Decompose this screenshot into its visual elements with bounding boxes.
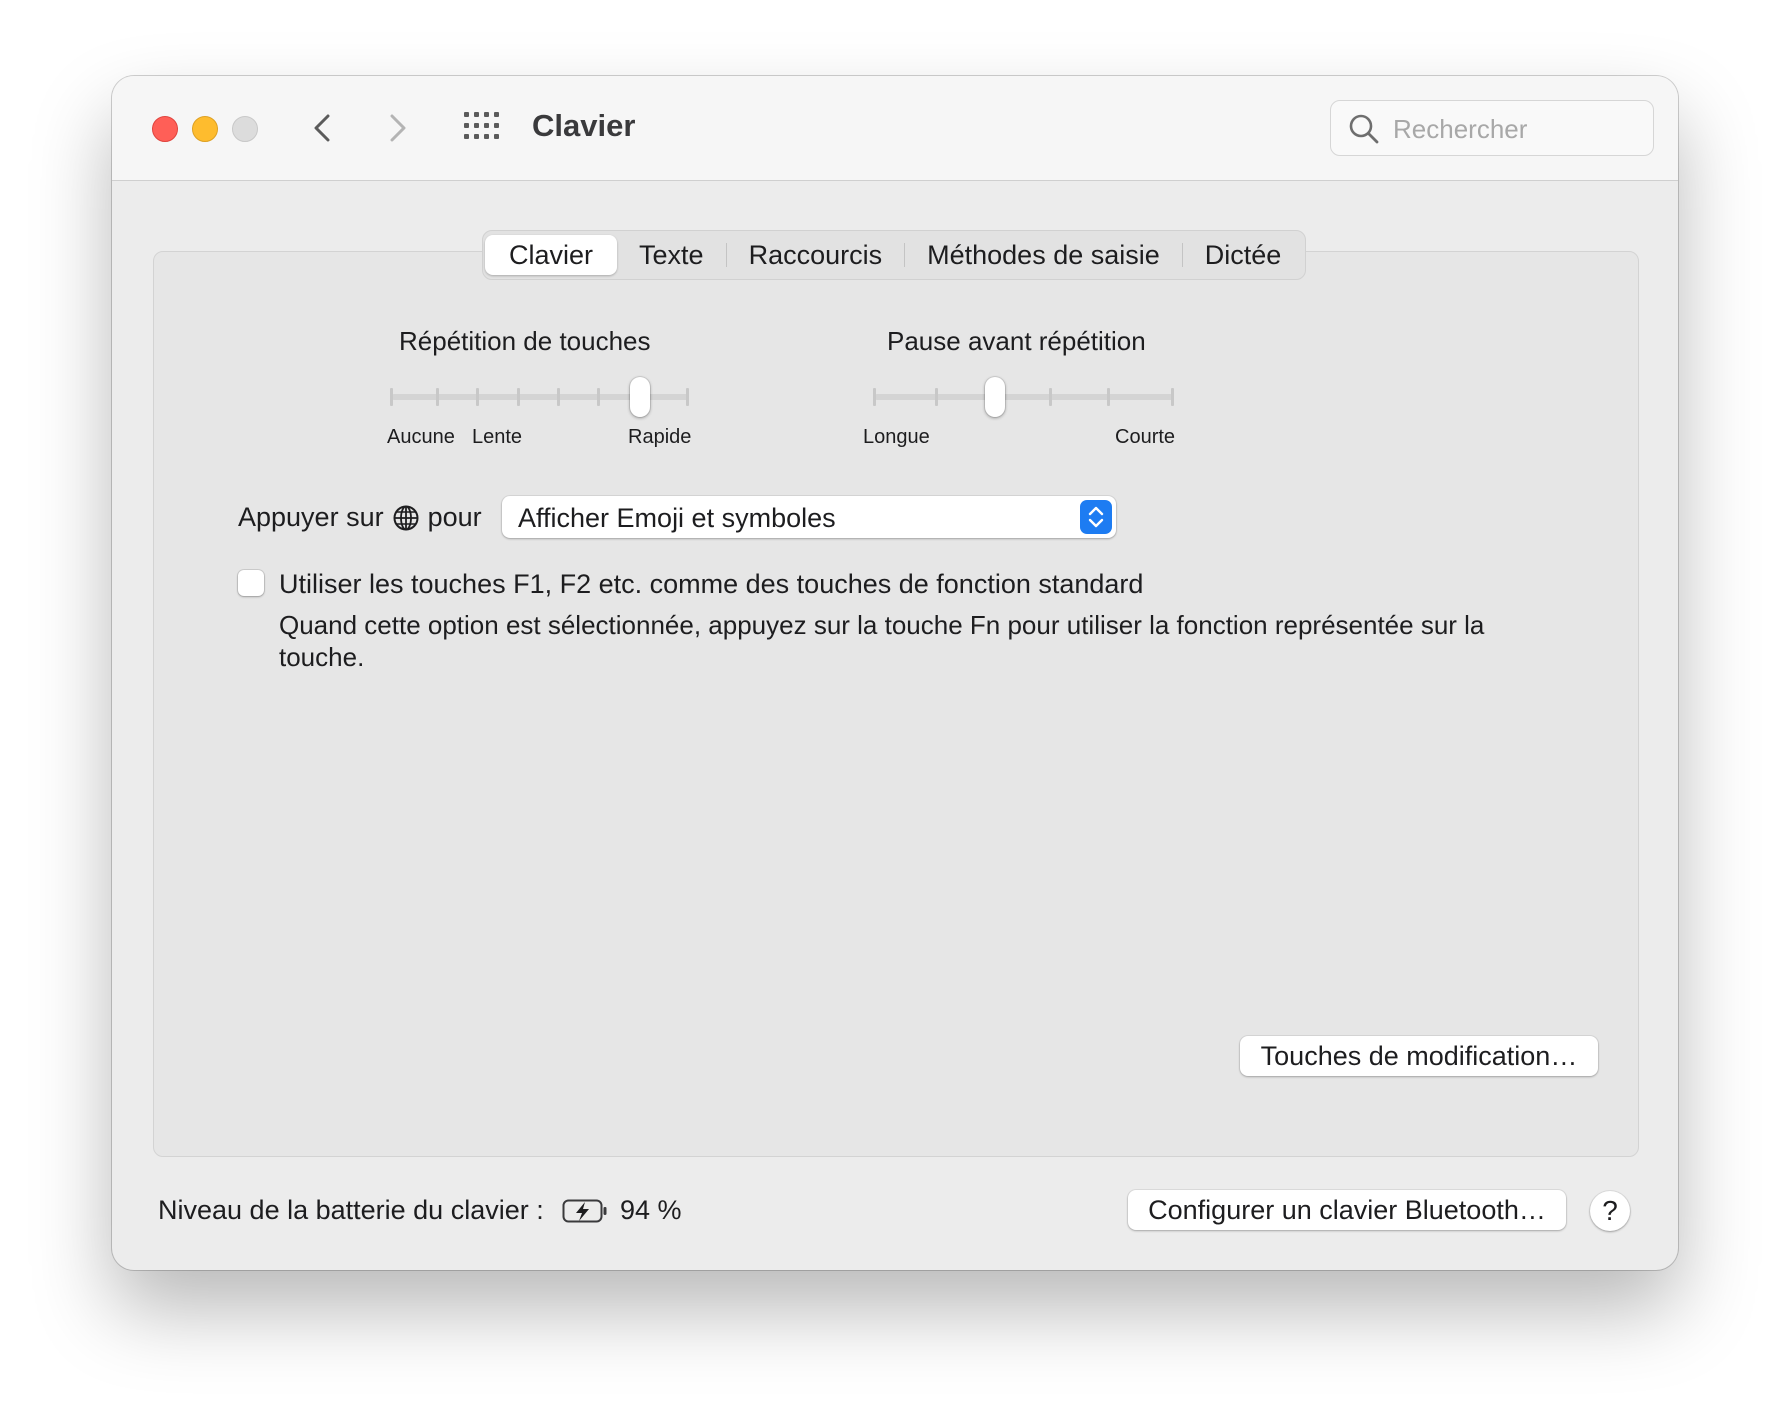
popup-up-down-arrows-icon[interactable] bbox=[1080, 500, 1112, 534]
repeat-delay-label-longue: Longue bbox=[863, 426, 930, 448]
window-title: Clavier bbox=[532, 108, 636, 143]
repeat-delay-title: Pause avant répétition bbox=[887, 326, 1146, 356]
title-bar: Clavier Rechercher bbox=[112, 76, 1678, 181]
tab-methodes-de-saisie[interactable]: Méthodes de saisie bbox=[905, 235, 1182, 275]
standard-function-keys-checkbox[interactable] bbox=[238, 570, 264, 596]
minimize-button[interactable] bbox=[192, 116, 218, 142]
slider-tick bbox=[935, 388, 938, 406]
zoom-button[interactable] bbox=[232, 116, 258, 142]
key-repeat-label-lente: Lente bbox=[472, 426, 523, 448]
slider-tick bbox=[873, 388, 876, 406]
key-repeat-title: Répétition de touches bbox=[399, 326, 651, 356]
battery-charging-icon bbox=[562, 1199, 607, 1223]
close-button[interactable] bbox=[152, 116, 178, 142]
globe-key-action-popup[interactable]: Afficher Emoji et symboles bbox=[502, 496, 1116, 538]
repeat-delay-track[interactable] bbox=[874, 394, 1174, 400]
slider-tick bbox=[557, 388, 560, 406]
key-repeat-knob[interactable] bbox=[630, 377, 650, 417]
slider-tick bbox=[1107, 388, 1110, 406]
slider-tick bbox=[436, 388, 439, 406]
globe-key-row-label: Appuyer sur pour bbox=[238, 502, 482, 533]
slider-tick bbox=[1049, 388, 1052, 406]
search-icon bbox=[1349, 114, 1379, 144]
setup-bluetooth-keyboard-button[interactable]: Configurer un clavier Bluetooth… bbox=[1128, 1190, 1566, 1230]
tab-texte[interactable]: Texte bbox=[617, 235, 726, 275]
globe-row-suffix: pour bbox=[427, 502, 482, 532]
search-placeholder: Rechercher bbox=[1393, 114, 1528, 144]
keyboard-battery-value: 94 % bbox=[620, 1195, 682, 1225]
keyboard-battery-label: Niveau de la batterie du clavier : bbox=[158, 1195, 544, 1225]
tab-clavier[interactable]: Clavier bbox=[485, 235, 618, 275]
slider-tick bbox=[517, 388, 520, 406]
modifier-keys-button[interactable]: Touches de modification… bbox=[1240, 1036, 1598, 1076]
show-all-grid-icon[interactable] bbox=[462, 108, 502, 148]
globe-row-prefix: Appuyer sur bbox=[238, 502, 384, 532]
standard-function-keys-help: Quand cette option est sélectionnée, app… bbox=[279, 610, 1485, 672]
keyboard-settings-panel bbox=[153, 251, 1639, 1157]
standard-function-keys-label[interactable]: Utiliser les touches F1, F2 etc. comme d… bbox=[279, 569, 1143, 600]
slider-tick bbox=[390, 388, 393, 406]
help-button[interactable]: ? bbox=[1590, 1191, 1630, 1231]
repeat-delay-label-courte: Courte bbox=[1115, 426, 1176, 448]
popup-selected-value: Afficher Emoji et symboles bbox=[518, 503, 836, 533]
repeat-delay-knob[interactable] bbox=[985, 377, 1005, 417]
slider-tick bbox=[597, 388, 600, 406]
slider-tick bbox=[476, 388, 479, 406]
system-preferences-window: Clavier Rechercher Clavier Texte Raccour… bbox=[112, 76, 1678, 1270]
globe-icon bbox=[393, 505, 419, 530]
slider-tick bbox=[1171, 388, 1174, 406]
key-repeat-label-rapide: Rapide bbox=[628, 426, 692, 448]
key-repeat-label-aucune: Aucune bbox=[387, 426, 455, 448]
tab-bar: Clavier Texte Raccourcis Méthodes de sai… bbox=[482, 230, 1307, 280]
back-chevron-icon[interactable] bbox=[302, 106, 346, 150]
forward-chevron-icon[interactable] bbox=[374, 106, 418, 150]
tab-raccourcis[interactable]: Raccourcis bbox=[727, 235, 905, 275]
search-field[interactable]: Rechercher bbox=[1330, 100, 1654, 156]
tab-dictee[interactable]: Dictée bbox=[1183, 235, 1304, 275]
slider-tick bbox=[686, 388, 689, 406]
